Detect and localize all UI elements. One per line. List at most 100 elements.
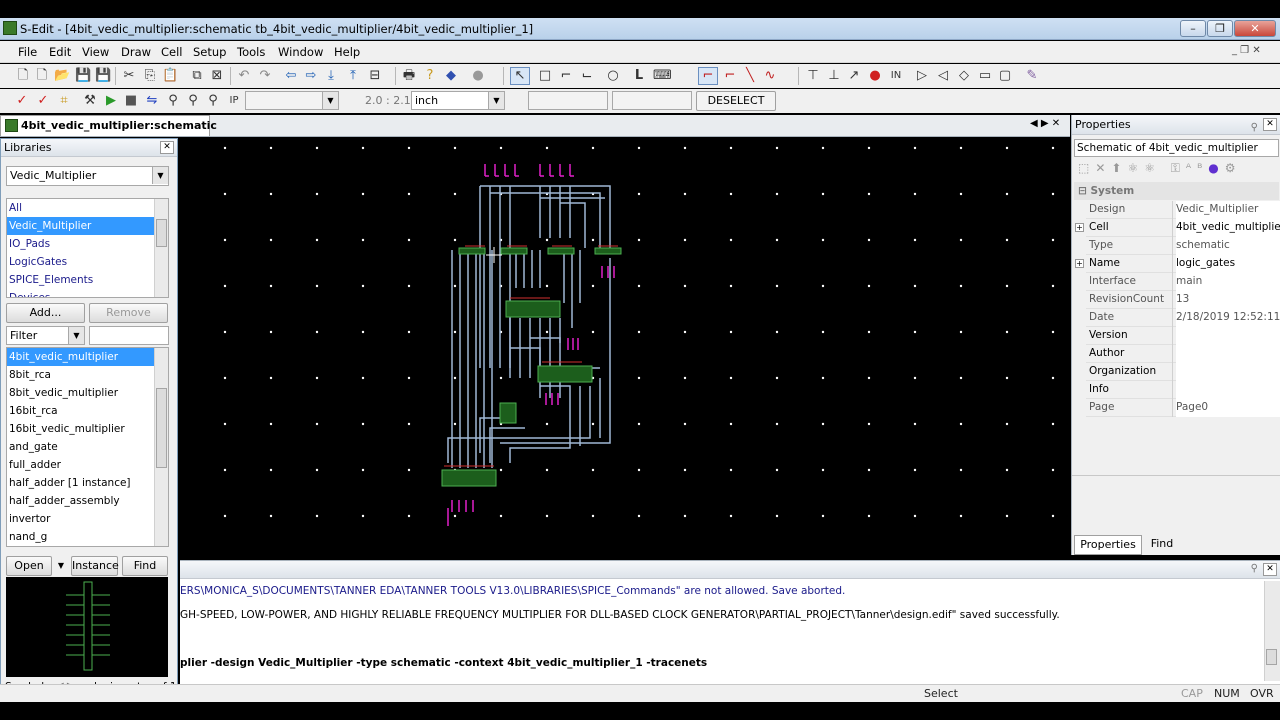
library-item[interactable]: LogicGates [7,253,168,271]
output-port-icon[interactable]: ◁ [935,68,951,84]
menu-setup[interactable]: Setup [193,45,226,59]
library-item[interactable]: All [7,199,168,217]
probe-current-icon[interactable]: ⚲ [185,93,201,109]
save-all-icon[interactable]: 💾 [95,68,111,84]
cell-list[interactable]: 4bit_vedic_multiplier 8bit_rca 8bit_vedi… [6,347,169,547]
cell-item[interactable]: full_adder [7,456,168,474]
cell-item[interactable]: 8bit_vedic_multiplier [7,384,168,402]
field-b[interactable] [612,91,692,110]
command-window[interactable]: ⚲ ✕ ERS\MONICA_S\DOCUMENTS\TANNER EDA\TA… [180,560,1280,684]
pop-out-icon[interactable]: ⤒ [345,68,361,84]
property-row[interactable]: Date2/18/2019 12:52:11 PM [1086,309,1280,327]
open-folder-icon[interactable]: 📂 [54,68,70,84]
netlist-icon[interactable]: ⌗ [56,93,72,109]
net-name-icon[interactable]: IN [888,68,904,84]
ip-icon[interactable]: IP [226,93,242,109]
deselect-button[interactable]: DESELECT [696,91,776,111]
probe-voltage-icon[interactable]: ⚲ [165,93,181,109]
cell-item[interactable]: half_adder [1 instance] [7,474,168,492]
circle-icon[interactable]: ○ [605,68,621,84]
output-scrollbar[interactable] [1264,581,1280,681]
property-value[interactable] [1176,327,1280,345]
menu-window[interactable]: Window [278,45,323,59]
cell-item[interactable]: 16bit_rca [7,402,168,420]
close-button[interactable]: ✕ [1234,20,1276,37]
property-row[interactable]: + Cell 4bit_vedic_multiplier [1075,219,1280,237]
property-row[interactable]: Interface main [1086,273,1280,291]
add-library-button[interactable]: Add... [6,303,85,323]
tab-find[interactable]: Find [1144,535,1180,555]
cell-item[interactable]: and_gate [7,438,168,456]
close-panel-icon[interactable]: ✕ [1263,118,1277,131]
forward-icon[interactable]: ⇨ [303,68,319,84]
close-panel-icon[interactable]: ✕ [1263,563,1277,576]
save-icon[interactable]: 💾 [75,68,91,84]
eraser-icon[interactable]: ◆ [443,68,459,84]
property-value[interactable]: logic_gates [1176,255,1280,273]
filter-input[interactable] [89,326,169,345]
expand-icon[interactable]: + [1075,259,1084,268]
library-item-selected[interactable]: Vedic_Multiplier [7,217,168,235]
global-port-icon[interactable]: ▢ [997,68,1013,84]
pin-icon[interactable]: ⚲ [1251,118,1258,138]
cell-item[interactable]: invertor [7,510,168,528]
property-row[interactable]: Type schematic [1086,237,1280,255]
wire-icon[interactable]: ⌐ [698,67,718,85]
schematic-canvas[interactable] [180,138,1062,550]
wire-curve-icon[interactable]: ∿ [762,68,778,84]
units-combo[interactable]: inch ▼ [411,91,505,110]
property-value[interactable]: main [1176,273,1280,291]
view-dropdown-icon[interactable]: ⊟ [367,68,383,84]
pin-icon[interactable]: ⚲ [1251,563,1258,574]
waveform-icon[interactable]: ⇋ [144,93,160,109]
property-row[interactable]: Version [1086,327,1280,345]
menu-draw[interactable]: Draw [121,45,151,59]
maximize-button[interactable]: ❐ [1207,20,1233,37]
property-row[interactable]: + Name logic_gates [1075,255,1280,273]
tools-icon[interactable]: ⚒ [82,93,98,109]
property-value[interactable]: 4bit_vedic_multiplier [1176,219,1280,237]
copy-icon[interactable]: ⎘ [142,68,158,84]
cell-item[interactable]: 8bit_rca [7,366,168,384]
find-button[interactable]: Find [122,556,168,576]
property-row[interactable]: Info [1086,381,1280,399]
tab-document[interactable]: 4bit_vedic_multiplier:schematic t... [0,115,217,151]
property-row[interactable]: Organization [1086,363,1280,381]
input-port-icon[interactable]: ▷ [914,68,930,84]
property-value[interactable]: schematic [1176,237,1280,255]
select-pointer-icon[interactable]: ↖ [510,67,530,85]
property-row[interactable]: Page Page0 [1086,399,1280,417]
help-icon[interactable]: ? [422,68,438,84]
filter-select[interactable]: Filter ▼ [6,326,85,345]
check-icon[interactable]: ✓ [14,93,30,109]
text-icon[interactable]: ⌨ [653,68,672,84]
library-item[interactable]: SPICE_Elements [7,271,168,289]
undo-icon[interactable]: ↶ [236,68,252,84]
wire-bend-icon[interactable]: ⌐ [722,68,738,84]
field-a[interactable] [528,91,608,110]
property-row[interactable]: RevisionCount 13 [1086,291,1280,309]
property-row[interactable]: Design Vedic_Multiplier [1086,201,1280,219]
cell-item[interactable]: 16bit_vedic_multiplier [7,420,168,438]
label-icon[interactable]: L [631,68,647,84]
open-options-icon[interactable]: ▼ [54,557,68,575]
menu-tools[interactable]: Tools [237,45,265,59]
close-panel-icon[interactable]: ✕ [160,141,174,154]
tab-properties[interactable]: Properties [1074,535,1142,555]
library-item[interactable]: IO_Pads [7,235,168,253]
bus-icon[interactable]: ⊤ [805,68,821,84]
menu-help[interactable]: Help [334,45,360,59]
property-icon[interactable]: ✎ [1024,68,1040,84]
port-icon[interactable]: ⊥ [826,68,842,84]
property-toolbar[interactable]: ⬚✕⬆⚛⚛ ⚿ᴬᴮ●⚙ [1078,161,1242,176]
menu-cell[interactable]: Cell [161,45,183,59]
path-icon[interactable]: ⌙ [579,68,595,84]
wire-diagonal-icon[interactable]: ╲ [742,68,758,84]
polygon-icon[interactable]: ⌐ [558,68,574,84]
library-select[interactable]: Vedic_Multiplier ▼ [6,166,169,186]
property-value[interactable] [1176,345,1280,363]
new-file-icon[interactable]: 🗋 [15,68,31,84]
probe-power-icon[interactable]: ⚲ [205,93,221,109]
property-value[interactable] [1176,363,1280,381]
clear-icon[interactable]: ⊠ [209,68,225,84]
